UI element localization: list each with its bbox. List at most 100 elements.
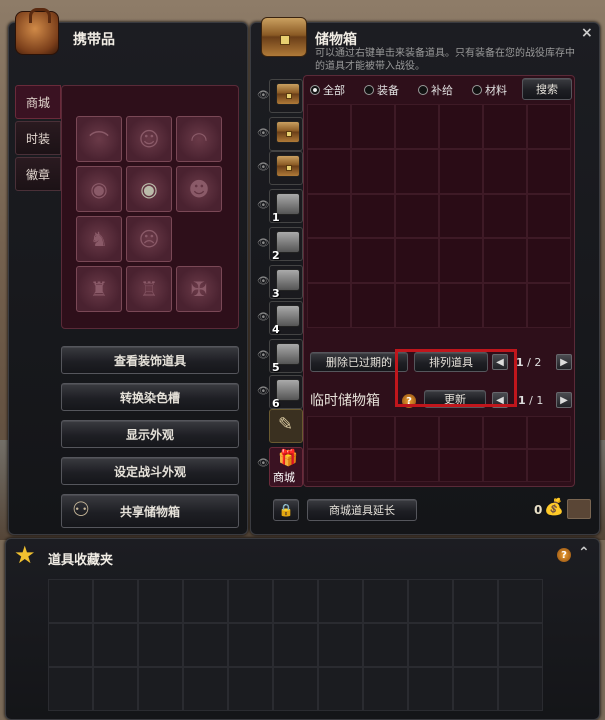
grid-cell[interactable] [307,449,351,482]
grid-cell[interactable] [93,623,138,667]
slot-body[interactable]: ♜ [76,266,122,312]
grid-cell[interactable] [351,283,395,328]
grid-cell[interactable] [527,449,571,482]
grid-cell[interactable] [483,238,527,284]
storage-tab-7[interactable]: 👁 4 [257,301,303,336]
grid-cell[interactable] [453,623,498,667]
grid-cell[interactable] [483,148,527,194]
next-page-arrow-icon[interactable]: ▶ [556,354,572,370]
slot-weapon[interactable]: ✠ [176,266,222,312]
grid-cell[interactable] [395,449,439,482]
slot-eye[interactable]: ◉ [126,166,172,212]
storage-tab-8[interactable]: 👁 5 [257,339,303,374]
grid-cell[interactable] [307,193,351,239]
slot-face[interactable]: ◠ [176,116,222,162]
filter-all[interactable]: 全部 [310,82,345,98]
grid-cell[interactable] [527,148,571,194]
filter-equip[interactable]: 装备 [364,82,399,98]
grid-cell[interactable] [483,416,527,449]
grid-cell[interactable] [138,667,183,711]
grid-cell[interactable] [439,104,483,149]
grid-cell[interactable] [527,283,571,328]
grid-cell[interactable] [351,416,395,449]
grid-cell[interactable] [183,623,228,667]
lock-button[interactable]: 🔒 [273,499,299,521]
grid-cell[interactable] [318,579,363,623]
grid-cell[interactable] [351,193,395,239]
grid-cell[interactable] [483,449,527,482]
grid-cell[interactable] [228,667,273,711]
wallet-icon[interactable] [567,499,591,519]
close-icon[interactable]: × [581,25,593,41]
grid-cell[interactable] [351,104,395,149]
grid-cell[interactable] [498,667,543,711]
view-decor-button[interactable]: 查看装饰道具 [61,346,239,374]
grid-cell[interactable] [307,416,351,449]
storage-tab-4[interactable]: 👁 1 [257,189,303,224]
grid-cell[interactable] [498,623,543,667]
grid-cell[interactable] [498,579,543,623]
grid-cell[interactable] [363,667,408,711]
tab-badge[interactable]: 徽章 [15,157,61,191]
grid-cell[interactable] [439,449,483,482]
grid-cell[interactable] [228,623,273,667]
temp-next-arrow-icon[interactable]: ▶ [556,392,572,408]
grid-cell[interactable] [183,579,228,623]
grid-cell[interactable] [395,104,439,149]
grid-cell[interactable] [138,623,183,667]
tab-costume[interactable]: 时装 [15,121,61,155]
slot-hair[interactable]: ☺ [126,116,172,162]
storage-tab-shop[interactable]: 👁 🎁 商城 [257,447,303,487]
grid-cell[interactable] [395,416,439,449]
storage-tab-1[interactable]: 👁 [257,79,303,113]
grid-cell[interactable] [395,283,439,328]
filter-material[interactable]: 材料 [472,82,507,98]
battle-appearance-button[interactable]: 设定战斗外观 [61,457,239,485]
grid-cell[interactable] [307,104,351,149]
tab-shop[interactable]: 商城 [15,85,61,119]
grid-cell[interactable] [228,579,273,623]
grid-cell[interactable] [307,283,351,328]
grid-cell[interactable] [527,238,571,284]
grid-cell[interactable] [527,193,571,239]
slot-beard[interactable]: ☹ [126,216,172,262]
delete-expired-button[interactable]: 删除已过期的 [310,352,408,372]
storage-tab-9[interactable]: 👁 6 [257,375,303,410]
grid-cell[interactable] [439,283,483,328]
storage-tab-3[interactable]: 👁 [257,151,303,185]
storage-tab-2[interactable]: 👁 [257,117,303,151]
grid-cell[interactable] [48,579,93,623]
grid-cell[interactable] [439,148,483,194]
grid-cell[interactable] [307,238,351,284]
show-appearance-button[interactable]: 显示外观 [61,420,239,448]
grid-cell[interactable] [408,579,453,623]
grid-cell[interactable] [93,579,138,623]
grid-cell[interactable] [395,193,439,239]
extend-shop-item-button[interactable]: 商城道具延长 [307,499,417,521]
grid-cell[interactable] [318,623,363,667]
grid-cell[interactable] [273,667,318,711]
slot-hat[interactable]: ⌒ [76,116,122,162]
grid-cell[interactable] [439,238,483,284]
search-button[interactable]: 搜索 [522,78,572,100]
grid-cell[interactable] [408,623,453,667]
grid-cell[interactable] [453,667,498,711]
grid-cell[interactable] [48,623,93,667]
grid-cell[interactable] [483,104,527,149]
grid-cell[interactable] [395,148,439,194]
grid-cell[interactable] [273,579,318,623]
grid-cell[interactable] [439,193,483,239]
slot-mask[interactable]: ☻ [176,166,222,212]
grid-cell[interactable] [408,667,453,711]
grid-cell[interactable] [307,148,351,194]
slot-ears[interactable]: ♞ [76,216,122,262]
grid-cell[interactable] [183,667,228,711]
collapse-icon[interactable]: ⌃ [578,545,590,561]
slot-torso[interactable]: ♖ [126,266,172,312]
grid-cell[interactable] [483,283,527,328]
share-storage-button[interactable]: ⚇ 共享储物箱 [61,494,239,528]
grid-cell[interactable] [351,238,395,284]
storage-tab-6[interactable]: 👁 3 [257,265,303,300]
storage-tab-5[interactable]: 👁 2 [257,227,303,262]
grid-cell[interactable] [318,667,363,711]
